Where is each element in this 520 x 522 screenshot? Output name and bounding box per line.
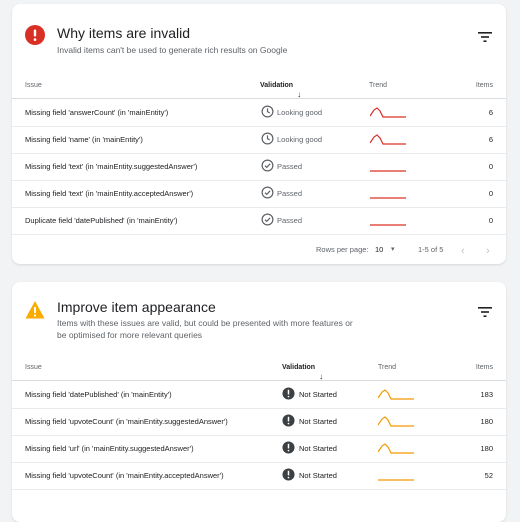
filter-icon[interactable] bbox=[478, 31, 492, 43]
item-count: 183 bbox=[480, 390, 493, 399]
trend-sparkline bbox=[370, 212, 406, 228]
issue-name: Missing field 'upvoteCount' (in 'mainEnt… bbox=[25, 417, 228, 426]
table-row[interactable]: Missing field 'upvoteCount' (in 'mainEnt… bbox=[12, 408, 506, 436]
column-issue: Issue bbox=[25, 364, 42, 371]
item-count: 52 bbox=[484, 471, 493, 480]
issue-name: Missing field 'url' (in 'mainEntity.sugg… bbox=[25, 444, 194, 453]
validation-status: Looking good bbox=[277, 108, 323, 117]
validation-status: Passed bbox=[277, 162, 303, 171]
item-count: 0 bbox=[488, 189, 493, 198]
alert-circle-icon bbox=[282, 414, 295, 427]
column-validation[interactable]: Validation ↓ bbox=[260, 82, 301, 99]
validation-status: Passed bbox=[277, 189, 303, 198]
next-page-button[interactable]: › bbox=[486, 245, 490, 257]
table-row[interactable]: Missing field 'answerCount' (in 'mainEnt… bbox=[12, 99, 506, 127]
alert-circle-icon bbox=[282, 468, 295, 481]
previous-page-button[interactable]: ‹ bbox=[461, 245, 465, 257]
column-items: Items bbox=[475, 364, 493, 371]
column-validation[interactable]: Validation ↓ bbox=[282, 364, 323, 381]
item-count: 6 bbox=[488, 135, 493, 144]
trend-sparkline bbox=[369, 131, 406, 147]
check-circle-icon bbox=[261, 186, 274, 199]
check-circle-icon bbox=[261, 159, 274, 172]
column-trend: Trend bbox=[369, 82, 388, 89]
issue-name: Missing field 'text' (in 'mainEntity.sug… bbox=[25, 162, 198, 171]
check-circle-icon bbox=[261, 213, 274, 226]
issue-name: Missing field 'text' (in 'mainEntity.acc… bbox=[25, 189, 194, 198]
pagination: Rows per page: 10 ▾ 1-5 of 5 ‹ › bbox=[12, 236, 506, 262]
column-trend: Trend bbox=[378, 364, 397, 371]
item-count: 180 bbox=[480, 444, 493, 453]
trend-sparkline bbox=[377, 386, 414, 402]
error-icon bbox=[25, 25, 45, 45]
item-count: 0 bbox=[488, 216, 493, 225]
clock-icon bbox=[261, 132, 274, 145]
column-items: Items bbox=[475, 82, 493, 89]
validation-status: Not Started bbox=[299, 444, 337, 453]
validation-status: Not Started bbox=[299, 390, 337, 399]
card-header: Improve item appearance Items with these… bbox=[12, 282, 506, 342]
improve-appearance-card: Improve item appearance Items with these… bbox=[12, 282, 506, 522]
clock-icon bbox=[261, 105, 274, 118]
card-description: Items with these issues are valid, but c… bbox=[57, 318, 353, 340]
item-count: 180 bbox=[480, 417, 493, 426]
table-header: Issue Validation ↓ Trend Items bbox=[12, 74, 506, 99]
rows-per-page-select[interactable]: 10 bbox=[375, 245, 383, 254]
table-row[interactable]: Duplicate field 'datePublished' (in 'mai… bbox=[12, 207, 506, 235]
table-row[interactable]: Missing field 'name' (in 'mainEntity') Lo… bbox=[12, 126, 506, 154]
validation-status: Not Started bbox=[299, 417, 337, 426]
table-header: Issue Validation ↓ Trend Items bbox=[12, 356, 506, 381]
sort-down-icon: ↓ bbox=[319, 372, 324, 381]
invalid-items-card: Why items are invalid Invalid items can'… bbox=[12, 4, 506, 264]
issue-name: Missing field 'upvoteCount' (in 'mainEnt… bbox=[25, 471, 224, 480]
item-count: 0 bbox=[488, 162, 493, 171]
table-row[interactable]: Missing field 'url' (in 'mainEntity.sugg… bbox=[12, 435, 506, 463]
table-row[interactable]: Missing field 'datePublished' (in 'mainE… bbox=[12, 381, 506, 409]
validation-status: Not Started bbox=[299, 471, 337, 480]
trend-sparkline bbox=[370, 185, 406, 201]
warning-icon bbox=[25, 301, 45, 319]
validation-status: Passed bbox=[277, 216, 303, 225]
trend-sparkline bbox=[369, 104, 406, 120]
table-row[interactable]: Missing field 'upvoteCount' (in 'mainEnt… bbox=[12, 462, 506, 490]
card-description: Invalid items can't be used to generate … bbox=[57, 45, 288, 55]
item-count: 6 bbox=[488, 108, 493, 117]
table-row[interactable]: Missing field 'text' (in 'mainEntity.sug… bbox=[12, 153, 506, 181]
trend-sparkline bbox=[370, 158, 406, 174]
chevron-down-icon[interactable]: ▾ bbox=[391, 245, 395, 253]
sort-down-icon: ↓ bbox=[297, 90, 302, 99]
card-header: Why items are invalid Invalid items can'… bbox=[12, 4, 506, 64]
issue-name: Duplicate field 'datePublished' (in 'mai… bbox=[25, 216, 178, 225]
validation-status: Looking good bbox=[277, 135, 323, 144]
alert-circle-icon bbox=[282, 387, 295, 400]
card-title: Why items are invalid bbox=[57, 25, 191, 41]
card-title: Improve item appearance bbox=[57, 299, 216, 315]
trend-sparkline bbox=[378, 467, 414, 483]
issue-name: Missing field 'answerCount' (in 'mainEnt… bbox=[25, 108, 169, 117]
alert-circle-icon bbox=[282, 441, 295, 454]
page-range: 1-5 of 5 bbox=[418, 245, 444, 254]
rows-per-page-label: Rows per page: bbox=[316, 245, 369, 254]
filter-icon[interactable] bbox=[478, 306, 492, 318]
column-issue: Issue bbox=[25, 82, 42, 89]
table-row[interactable]: Missing field 'text' (in 'mainEntity.acc… bbox=[12, 180, 506, 208]
issue-name: Missing field 'name' (in 'mainEntity') bbox=[25, 135, 143, 144]
trend-sparkline bbox=[377, 440, 414, 456]
issue-name: Missing field 'datePublished' (in 'mainE… bbox=[25, 390, 172, 399]
trend-sparkline bbox=[377, 413, 414, 429]
